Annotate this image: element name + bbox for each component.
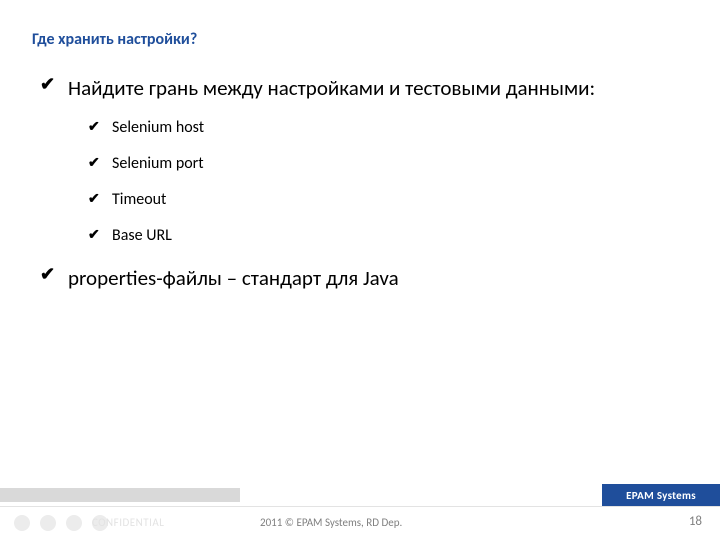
bullet-text: Selenium port	[112, 148, 204, 180]
list-item: ✔ properties-файлы – стандарт для Java	[40, 260, 690, 296]
check-icon: ✔	[88, 184, 112, 214]
footer-bar: EPAM Systems	[0, 484, 720, 506]
dot-icon	[14, 515, 30, 531]
bullet-text: Найдите грань между настройками и тестов…	[68, 70, 595, 106]
slide-content: ✔ Найдите грань между настройками и тест…	[40, 70, 690, 302]
check-icon: ✔	[40, 70, 68, 98]
check-icon: ✔	[40, 260, 68, 288]
footer-grey-strip	[0, 488, 240, 502]
dot-icon	[40, 515, 56, 531]
slide: Где хранить настройки? ✔ Найдите грань м…	[0, 0, 720, 540]
list-item: ✔ Найдите грань между настройками и тест…	[40, 70, 690, 106]
slide-title: Где хранить настройки?	[32, 30, 197, 49]
copyright-text: 2011 © EPAM Systems, RD Dep.	[260, 516, 402, 529]
check-icon: ✔	[88, 148, 112, 178]
bullet-text: Base URL	[112, 220, 172, 252]
list-item: ✔ Base URL	[88, 220, 690, 252]
dot-icon	[66, 515, 82, 531]
bullet-text: Selenium host	[112, 112, 204, 144]
brand-badge: EPAM Systems	[602, 484, 720, 506]
bullet-text: Timeout	[112, 184, 166, 216]
check-icon: ✔	[88, 112, 112, 142]
list-item: ✔ Timeout	[88, 184, 690, 216]
sub-list: ✔ Selenium host ✔ Selenium port ✔ Timeou…	[88, 112, 690, 252]
list-item: ✔ Selenium port	[88, 148, 690, 180]
confidential-label: CONFIDENTIAL	[92, 516, 164, 529]
check-icon: ✔	[88, 220, 112, 250]
list-item: ✔ Selenium host	[88, 112, 690, 144]
page-number: 18	[689, 514, 702, 529]
bullet-text: properties-файлы – стандарт для Java	[68, 260, 399, 296]
bottom-strip: CONFIDENTIAL 2011 © EPAM Systems, RD Dep…	[0, 506, 720, 540]
